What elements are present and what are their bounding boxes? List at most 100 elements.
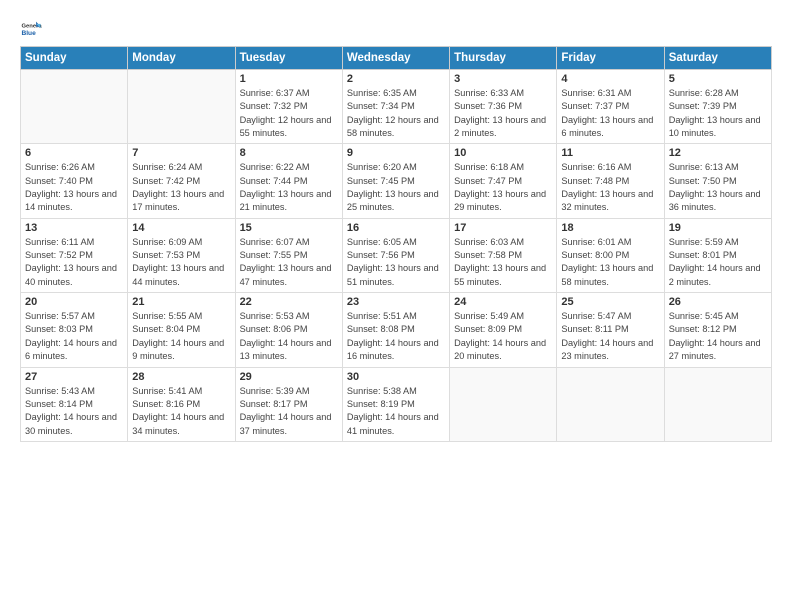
day-number: 17 <box>454 222 552 234</box>
calendar-cell: 15 Sunrise: 6:07 AMSunset: 7:55 PMDayligh… <box>235 218 342 292</box>
day-number: 23 <box>347 296 445 308</box>
calendar-cell: 27 Sunrise: 5:43 AMSunset: 8:14 PMDayligh… <box>21 367 128 441</box>
calendar-cell: 22 Sunrise: 5:53 AMSunset: 8:06 PMDayligh… <box>235 293 342 367</box>
day-number: 15 <box>240 222 338 234</box>
day-info: Sunrise: 6:26 AMSunset: 7:40 PMDaylight:… <box>25 161 123 214</box>
day-number: 28 <box>132 371 230 383</box>
calendar-cell <box>557 367 664 441</box>
calendar-cell: 16 Sunrise: 6:05 AMSunset: 7:56 PMDayligh… <box>342 218 449 292</box>
calendar-cell: 25 Sunrise: 5:47 AMSunset: 8:11 PMDayligh… <box>557 293 664 367</box>
svg-text:Blue: Blue <box>21 30 36 37</box>
calendar-cell: 29 Sunrise: 5:39 AMSunset: 8:17 PMDayligh… <box>235 367 342 441</box>
day-info: Sunrise: 5:47 AMSunset: 8:11 PMDaylight:… <box>561 310 659 363</box>
calendar-cell: 10Sunrise: 6:18 AMSunset: 7:47 PMDayligh… <box>450 144 557 218</box>
day-info: Sunrise: 5:49 AMSunset: 8:09 PMDaylight:… <box>454 310 552 363</box>
day-number: 26 <box>669 296 767 308</box>
day-info: Sunrise: 5:41 AMSunset: 8:16 PMDaylight:… <box>132 385 230 438</box>
day-number: 21 <box>132 296 230 308</box>
calendar-cell: 26 Sunrise: 5:45 AMSunset: 8:12 PMDayligh… <box>664 293 771 367</box>
day-number: 1 <box>240 73 338 85</box>
day-info: Sunrise: 5:39 AMSunset: 8:17 PMDaylight:… <box>240 385 338 438</box>
day-number: 16 <box>347 222 445 234</box>
calendar-cell: 2 Sunrise: 6:35 AMSunset: 7:34 PMDaylight… <box>342 70 449 144</box>
day-number: 29 <box>240 371 338 383</box>
day-info: Sunrise: 6:11 AMSunset: 7:52 PMDaylight:… <box>25 236 123 289</box>
day-info: Sunrise: 5:53 AMSunset: 8:06 PMDaylight:… <box>240 310 338 363</box>
day-number: 19 <box>669 222 767 234</box>
day-info: Sunrise: 5:51 AMSunset: 8:08 PMDaylight:… <box>347 310 445 363</box>
calendar-cell: 3Sunrise: 6:33 AMSunset: 7:36 PMDaylight… <box>450 70 557 144</box>
calendar-cell <box>450 367 557 441</box>
day-number: 5 <box>669 73 767 85</box>
header: General Blue <box>20 18 772 40</box>
day-number: 2 <box>347 73 445 85</box>
calendar-cell: 23 Sunrise: 5:51 AMSunset: 8:08 PMDayligh… <box>342 293 449 367</box>
calendar-cell: 13 Sunrise: 6:11 AMSunset: 7:52 PMDayligh… <box>21 218 128 292</box>
calendar-cell: 7Sunrise: 6:24 AMSunset: 7:42 PMDaylight… <box>128 144 235 218</box>
calendar-cell <box>664 367 771 441</box>
day-info: Sunrise: 6:33 AMSunset: 7:36 PMDaylight:… <box>454 87 552 140</box>
day-info: Sunrise: 6:13 AMSunset: 7:50 PMDaylight:… <box>669 161 767 214</box>
day-info: Sunrise: 6:05 AMSunset: 7:56 PMDaylight:… <box>347 236 445 289</box>
day-info: Sunrise: 5:57 AMSunset: 8:03 PMDaylight:… <box>25 310 123 363</box>
calendar-cell: 9 Sunrise: 6:20 AMSunset: 7:45 PMDaylight… <box>342 144 449 218</box>
day-info: Sunrise: 6:09 AMSunset: 7:53 PMDaylight:… <box>132 236 230 289</box>
day-number: 8 <box>240 147 338 159</box>
weekday-header-row: SundayMondayTuesdayWednesdayThursdayFrid… <box>21 47 772 70</box>
day-info: Sunrise: 5:55 AMSunset: 8:04 PMDaylight:… <box>132 310 230 363</box>
weekday-header: Saturday <box>664 47 771 70</box>
day-info: Sunrise: 6:24 AMSunset: 7:42 PMDaylight:… <box>132 161 230 214</box>
calendar-week-row: 20Sunrise: 5:57 AMSunset: 8:03 PMDayligh… <box>21 293 772 367</box>
calendar-cell: 8 Sunrise: 6:22 AMSunset: 7:44 PMDaylight… <box>235 144 342 218</box>
calendar-cell: 11 Sunrise: 6:16 AMSunset: 7:48 PMDayligh… <box>557 144 664 218</box>
day-info: Sunrise: 6:03 AMSunset: 7:58 PMDaylight:… <box>454 236 552 289</box>
day-number: 27 <box>25 371 123 383</box>
day-number: 22 <box>240 296 338 308</box>
logo-icon: General Blue <box>20 18 42 40</box>
day-number: 11 <box>561 147 659 159</box>
day-info: Sunrise: 6:01 AMSunset: 8:00 PMDaylight:… <box>561 236 659 289</box>
calendar-cell: 1 Sunrise: 6:37 AMSunset: 7:32 PMDaylight… <box>235 70 342 144</box>
day-number: 12 <box>669 147 767 159</box>
weekday-header: Sunday <box>21 47 128 70</box>
page: General Blue SundayMondayTuesdayWednesda… <box>0 0 792 612</box>
day-info: Sunrise: 5:43 AMSunset: 8:14 PMDaylight:… <box>25 385 123 438</box>
calendar-cell: 5 Sunrise: 6:28 AMSunset: 7:39 PMDaylight… <box>664 70 771 144</box>
calendar: SundayMondayTuesdayWednesdayThursdayFrid… <box>20 46 772 442</box>
day-info: Sunrise: 6:35 AMSunset: 7:34 PMDaylight:… <box>347 87 445 140</box>
day-number: 6 <box>25 147 123 159</box>
day-number: 25 <box>561 296 659 308</box>
day-number: 13 <box>25 222 123 234</box>
day-number: 4 <box>561 73 659 85</box>
day-info: Sunrise: 6:16 AMSunset: 7:48 PMDaylight:… <box>561 161 659 214</box>
day-info: Sunrise: 6:22 AMSunset: 7:44 PMDaylight:… <box>240 161 338 214</box>
calendar-cell: 4 Sunrise: 6:31 AMSunset: 7:37 PMDaylight… <box>557 70 664 144</box>
day-info: Sunrise: 6:20 AMSunset: 7:45 PMDaylight:… <box>347 161 445 214</box>
day-number: 9 <box>347 147 445 159</box>
calendar-cell: 24Sunrise: 5:49 AMSunset: 8:09 PMDayligh… <box>450 293 557 367</box>
calendar-cell: 17 Sunrise: 6:03 AMSunset: 7:58 PMDayligh… <box>450 218 557 292</box>
calendar-cell: 28 Sunrise: 5:41 AMSunset: 8:16 PMDayligh… <box>128 367 235 441</box>
calendar-cell: 19 Sunrise: 5:59 AMSunset: 8:01 PMDayligh… <box>664 218 771 292</box>
weekday-header: Friday <box>557 47 664 70</box>
day-info: Sunrise: 5:59 AMSunset: 8:01 PMDaylight:… <box>669 236 767 289</box>
calendar-week-row: 1 Sunrise: 6:37 AMSunset: 7:32 PMDaylight… <box>21 70 772 144</box>
day-number: 18 <box>561 222 659 234</box>
day-info: Sunrise: 5:45 AMSunset: 8:12 PMDaylight:… <box>669 310 767 363</box>
day-info: Sunrise: 5:38 AMSunset: 8:19 PMDaylight:… <box>347 385 445 438</box>
calendar-cell: 21 Sunrise: 5:55 AMSunset: 8:04 PMDayligh… <box>128 293 235 367</box>
calendar-week-row: 13 Sunrise: 6:11 AMSunset: 7:52 PMDayligh… <box>21 218 772 292</box>
day-info: Sunrise: 6:07 AMSunset: 7:55 PMDaylight:… <box>240 236 338 289</box>
day-info: Sunrise: 6:31 AMSunset: 7:37 PMDaylight:… <box>561 87 659 140</box>
weekday-header: Tuesday <box>235 47 342 70</box>
logo: General Blue <box>20 18 46 40</box>
day-number: 10 <box>454 147 552 159</box>
day-info: Sunrise: 6:28 AMSunset: 7:39 PMDaylight:… <box>669 87 767 140</box>
calendar-week-row: 6 Sunrise: 6:26 AMSunset: 7:40 PMDaylight… <box>21 144 772 218</box>
calendar-cell: 30Sunrise: 5:38 AMSunset: 8:19 PMDayligh… <box>342 367 449 441</box>
calendar-cell: 14Sunrise: 6:09 AMSunset: 7:53 PMDayligh… <box>128 218 235 292</box>
calendar-cell: 18 Sunrise: 6:01 AMSunset: 8:00 PMDayligh… <box>557 218 664 292</box>
weekday-header: Wednesday <box>342 47 449 70</box>
day-info: Sunrise: 6:37 AMSunset: 7:32 PMDaylight:… <box>240 87 338 140</box>
calendar-cell <box>21 70 128 144</box>
